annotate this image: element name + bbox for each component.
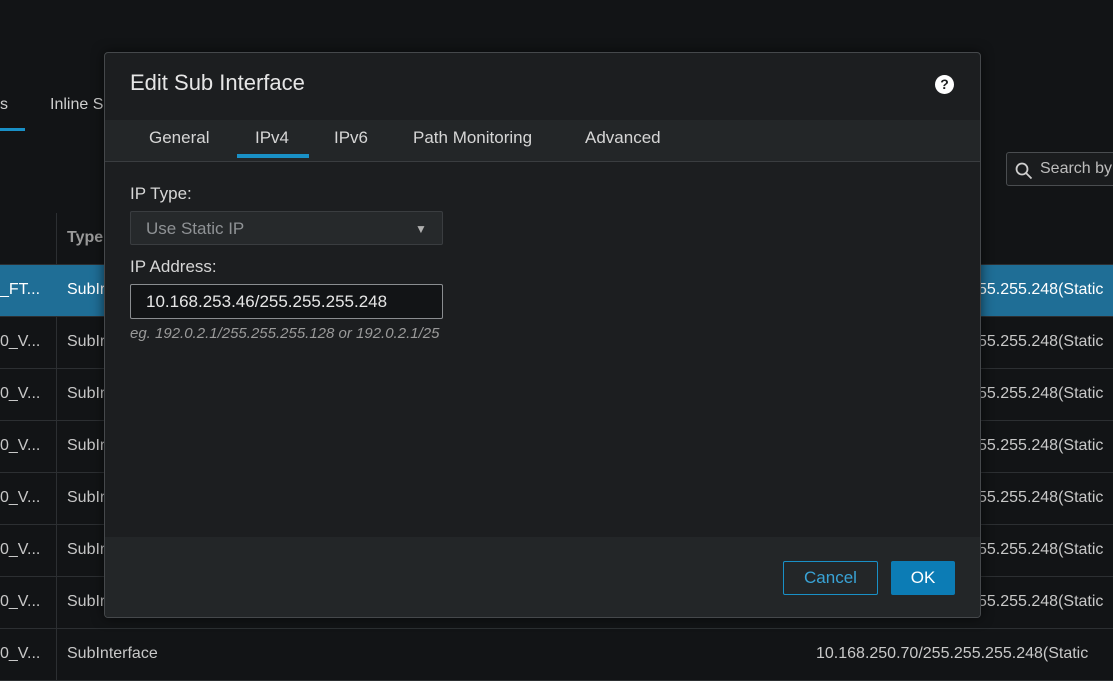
- tab-advanced[interactable]: Advanced: [585, 128, 661, 148]
- row-type: SubIr: [67, 541, 106, 558]
- column-divider: [56, 577, 57, 628]
- ok-button[interactable]: OK: [891, 561, 955, 595]
- edit-sub-interface-dialog: Edit Sub Interface ? General IPv4 IPv6 P…: [104, 52, 981, 618]
- row-type: SubIr: [67, 437, 106, 454]
- search-input[interactable]: Search by: [1006, 152, 1113, 186]
- search-placeholder: Search by: [1040, 160, 1113, 177]
- row-name: 0_V...: [0, 645, 41, 662]
- row-ip: 10.168.250.70/255.255.255.248(Static: [816, 645, 1089, 662]
- row-name: 0_V...: [0, 333, 41, 350]
- column-divider: [56, 317, 57, 368]
- row-name: 0_V...: [0, 437, 41, 454]
- row-ip: 55.255.248(Static: [978, 437, 1104, 454]
- column-divider: [56, 421, 57, 472]
- column-divider: [56, 525, 57, 576]
- active-tab-indicator: [237, 154, 309, 158]
- column-divider: [56, 213, 57, 264]
- column-divider: [56, 473, 57, 524]
- table-row[interactable]: 0_V... SubInterface 10.168.250.70/255.25…: [0, 629, 1113, 681]
- help-icon[interactable]: ?: [935, 75, 954, 94]
- tab-general[interactable]: General: [149, 128, 209, 148]
- tab-ipv4[interactable]: IPv4: [255, 128, 289, 148]
- tab-ipv6[interactable]: IPv6: [334, 128, 368, 148]
- bg-tab-active[interactable]: s: [0, 96, 8, 114]
- row-ip: 55.255.248(Static: [978, 489, 1104, 506]
- bg-tab-underline: [0, 128, 25, 131]
- ip-type-select[interactable]: Use Static IP ▼: [130, 211, 443, 245]
- row-type: SubIr: [67, 281, 106, 298]
- column-header-type[interactable]: Type: [67, 229, 103, 247]
- search-icon: [1015, 162, 1033, 180]
- row-name: 0_V...: [0, 541, 41, 558]
- row-type: SubIr: [67, 489, 106, 506]
- row-name: 0_V...: [0, 593, 41, 610]
- bg-tab-inline-sets[interactable]: Inline S: [50, 96, 103, 114]
- row-name: _FT...: [0, 281, 41, 298]
- ip-address-input[interactable]: [130, 284, 443, 319]
- row-ip: 55.255.248(Static: [978, 333, 1104, 350]
- cancel-button[interactable]: Cancel: [783, 561, 878, 595]
- ip-address-hint: eg. 192.0.2.1/255.255.255.128 or 192.0.2…: [130, 325, 440, 342]
- row-ip: 55.255.248(Static: [978, 593, 1104, 610]
- row-type: SubIr: [67, 385, 106, 402]
- row-type: SubIr: [67, 333, 106, 350]
- row-type: SubInterface: [67, 645, 158, 662]
- ip-type-value: Use Static IP: [146, 219, 245, 238]
- ip-address-label: IP Address:: [130, 257, 217, 276]
- row-ip: 55.255.248(Static: [978, 281, 1104, 298]
- dialog-footer: Cancel OK: [105, 537, 980, 617]
- tab-path-monitoring[interactable]: Path Monitoring: [413, 128, 532, 148]
- chevron-down-icon: ▼: [415, 222, 427, 236]
- column-divider: [56, 369, 57, 420]
- dialog-title: Edit Sub Interface: [130, 70, 305, 95]
- column-divider: [56, 629, 57, 680]
- row-ip: 55.255.248(Static: [978, 541, 1104, 558]
- row-type: SubIr: [67, 593, 106, 610]
- ip-type-label: IP Type:: [130, 184, 192, 203]
- row-name: 0_V...: [0, 385, 41, 402]
- row-ip: 55.255.248(Static: [978, 385, 1104, 402]
- row-name: 0_V...: [0, 489, 41, 506]
